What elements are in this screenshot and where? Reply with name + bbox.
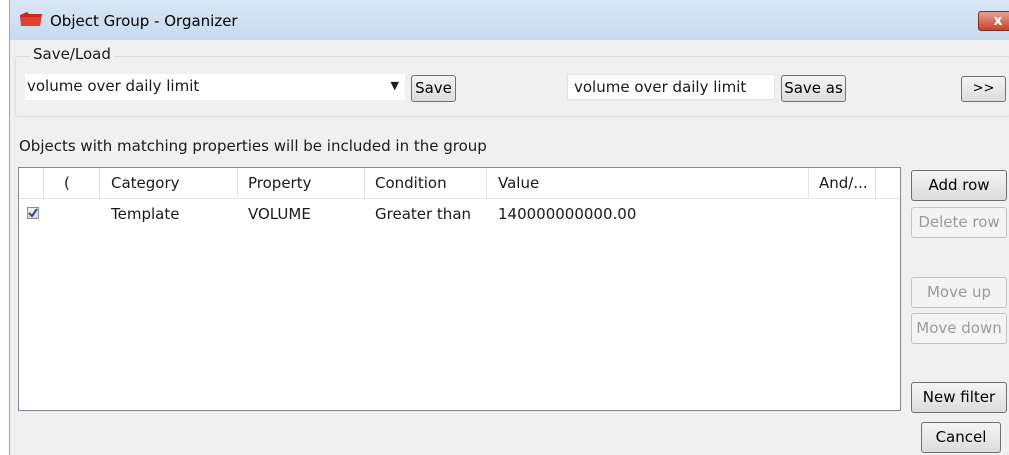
close-icon: x [993, 13, 1003, 29]
column-header-condition[interactable]: Condition [375, 174, 447, 192]
move-up-button[interactable]: Move up [911, 277, 1007, 308]
save-load-label: Save/Load [30, 45, 114, 63]
row-value[interactable]: 140000000000.00 [498, 205, 636, 223]
column-separator [486, 168, 487, 198]
filter-grid[interactable]: ( Category Property Condition Value And/… [18, 167, 901, 411]
column-separator [99, 168, 100, 198]
column-header-category[interactable]: Category [111, 174, 180, 192]
check-icon [28, 208, 38, 218]
save-as-button[interactable]: Save as [781, 75, 846, 102]
column-separator [364, 168, 365, 198]
column-separator [875, 168, 876, 198]
save-button[interactable]: Save [411, 75, 456, 102]
folder-icon [20, 12, 42, 26]
delete-row-button[interactable]: Delete row [911, 207, 1007, 238]
column-separator [808, 168, 809, 198]
move-down-button[interactable]: Move down [911, 313, 1007, 344]
column-header-property[interactable]: Property [248, 174, 311, 192]
column-separator [237, 168, 238, 198]
new-filter-button[interactable]: New filter [911, 382, 1007, 413]
add-row-button[interactable]: Add row [911, 170, 1007, 201]
grid-header: ( Category Property Condition Value And/… [19, 168, 900, 199]
cancel-button[interactable]: Cancel [921, 422, 1001, 453]
close-button[interactable]: x [978, 11, 1009, 31]
column-separator [43, 168, 44, 198]
column-header-paren[interactable]: ( [64, 174, 70, 192]
expand-button[interactable]: >> [961, 76, 1006, 102]
row-property[interactable]: VOLUME [248, 205, 311, 223]
row-category[interactable]: Template [111, 205, 179, 223]
title-bar: Object Group - Organizer x [10, 0, 1009, 40]
column-header-and-or[interactable]: And/... [819, 174, 868, 192]
column-header-value[interactable]: Value [498, 174, 539, 192]
chevron-down-icon: ▼ [390, 79, 399, 92]
save-as-name-field[interactable]: volume over daily limit [567, 74, 775, 100]
grid-hint: Objects with matching properties will be… [19, 137, 487, 155]
group-select[interactable]: volume over daily limit ▼ [25, 74, 405, 100]
row-enabled-checkbox[interactable] [27, 207, 39, 219]
window-title: Object Group - Organizer [50, 12, 238, 30]
group-select-value: volume over daily limit [27, 77, 200, 95]
row-condition[interactable]: Greater than [375, 205, 471, 223]
